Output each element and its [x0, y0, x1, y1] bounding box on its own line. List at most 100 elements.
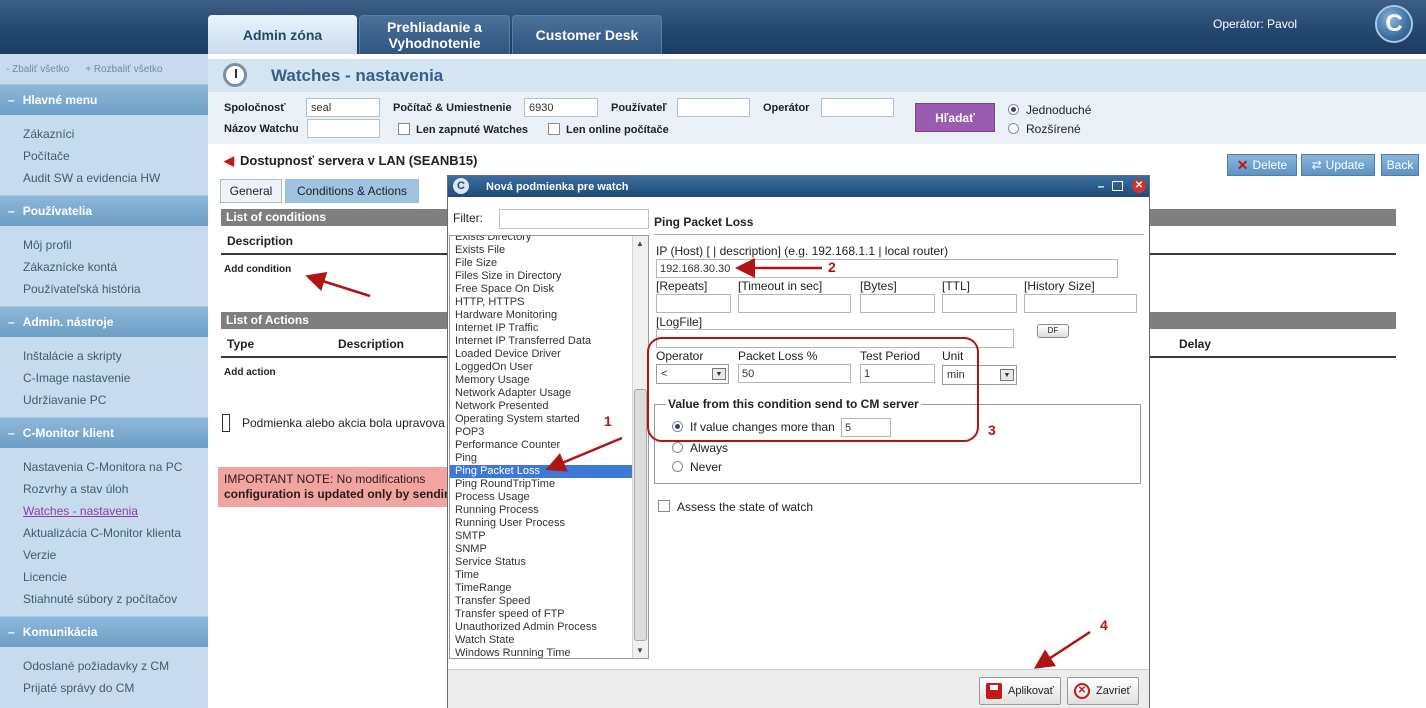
company-input[interactable]	[306, 98, 380, 117]
sidebar-item[interactable]: Verzie	[23, 544, 208, 566]
maximize-icon[interactable]	[1112, 181, 1123, 191]
condition-type-item[interactable]: Unauthorized Admin Process	[450, 621, 648, 634]
tab-general[interactable]: General	[220, 179, 282, 203]
apply-button[interactable]: Aplikovať	[979, 677, 1061, 705]
minimize-icon[interactable]: –	[1094, 179, 1108, 193]
assess-state-checkbox[interactable]	[658, 500, 670, 512]
history-size-input[interactable]	[1024, 294, 1137, 313]
tab-conditions-actions[interactable]: Conditions & Actions	[285, 179, 419, 203]
sidebar-item[interactable]: Udržiavanie PC	[23, 389, 208, 411]
sidebar-item[interactable]: Zákazníci	[23, 123, 208, 145]
condition-type-item[interactable]: Time	[450, 569, 648, 582]
condition-type-item[interactable]: Ping RoundTripTime	[450, 478, 648, 491]
scroll-up-icon[interactable]: ▲	[636, 239, 644, 248]
condition-type-item[interactable]: Performance Counter	[450, 439, 648, 452]
condition-type-item[interactable]: Free Space On Disk	[450, 283, 648, 296]
condition-type-item[interactable]: Process Usage	[450, 491, 648, 504]
condition-type-item[interactable]: SNMP	[450, 543, 648, 556]
sidebar-item[interactable]: Používateľská história	[23, 278, 208, 300]
condition-type-item[interactable]: Network Adapter Usage	[450, 387, 648, 400]
sidebar-item[interactable]: C-Image nastavenie	[23, 367, 208, 389]
tab-customer-desk[interactable]: Customer Desk	[512, 15, 662, 54]
sidebar-item[interactable]: Inštalácie a skripty	[23, 345, 208, 367]
condition-type-item[interactable]: Transfer Speed	[450, 595, 648, 608]
sidebar-item[interactable]: Licencie	[23, 566, 208, 588]
send-always-radio[interactable]	[672, 442, 683, 453]
sidebar-item[interactable]: Môj profil	[23, 234, 208, 256]
condition-type-item[interactable]: Service Status	[450, 556, 648, 569]
sidebar-item[interactable]: Odoslané požiadavky z CM	[23, 655, 208, 677]
test-period-input[interactable]	[860, 364, 935, 383]
back-arrow-icon[interactable]: ◀	[224, 153, 234, 168]
scroll-down-icon[interactable]: ▼	[636, 646, 644, 655]
sidebar-section-header[interactable]: – Hlavné menu	[0, 85, 208, 115]
bytes-input[interactable]	[860, 294, 935, 313]
sidebar-item[interactable]: Nastavenia C-Monitora na PC	[23, 456, 208, 478]
condition-type-list[interactable]: Exists Directory Exists File File Size File…	[449, 235, 649, 659]
sidebar-item[interactable]: Prijaté správy do CM	[23, 677, 208, 699]
sidebar-section-header[interactable]: – Admin. nástroje	[0, 307, 208, 337]
condition-type-item[interactable]: File Size	[450, 257, 648, 270]
list-scrollbar[interactable]: ▲ ▼	[632, 236, 648, 658]
condition-type-item[interactable]: Loaded Device Driver	[450, 348, 648, 361]
condition-type-item[interactable]: Hardware Monitoring	[450, 309, 648, 322]
scroll-thumb[interactable]	[634, 389, 647, 641]
tab-admin-zona[interactable]: Admin zóna	[208, 15, 357, 54]
condition-type-item[interactable]: Ping Packet Loss	[450, 465, 648, 478]
condition-type-item[interactable]: Watch State	[450, 634, 648, 647]
unit-select[interactable]: min ▼	[942, 365, 1017, 385]
add-condition-link[interactable]: Add condition	[224, 264, 291, 275]
sidebar-item[interactable]: Aktualizácia C-Monitor klienta	[23, 522, 208, 544]
condition-type-item[interactable]: Transfer speed of FTP	[450, 608, 648, 621]
condition-type-item[interactable]: Ping	[450, 452, 648, 465]
only-online-checkbox[interactable]	[548, 123, 560, 135]
only-enabled-checkbox[interactable]	[398, 123, 410, 135]
sidebar-item[interactable]: Počítače	[23, 145, 208, 167]
sidebar-section-header[interactable]: – Komunikácia	[0, 617, 208, 647]
condition-type-item[interactable]: LoggedOn User	[450, 361, 648, 374]
collapse-all-link[interactable]: - Zbaliť všetko	[6, 64, 69, 75]
sidebar-section-header[interactable]: – Používatelia	[0, 196, 208, 226]
condition-type-item[interactable]: Running User Process	[450, 517, 648, 530]
computer-input[interactable]	[524, 98, 598, 117]
update-button[interactable]: ⇄ Update	[1301, 154, 1375, 176]
close-button[interactable]: ✕ Zavrieť	[1067, 677, 1139, 705]
close-icon[interactable]: ✕	[1132, 179, 1146, 193]
ttl-input[interactable]	[942, 294, 1017, 313]
condition-type-item[interactable]: Network Presented	[450, 400, 648, 413]
operator-input[interactable]	[821, 98, 894, 117]
send-if-changes-input[interactable]	[841, 418, 891, 437]
condition-type-item[interactable]: Files Size in Directory	[450, 270, 648, 283]
condition-type-item[interactable]: Memory Usage	[450, 374, 648, 387]
sidebar-item[interactable]: Zákaznícke kontá	[23, 256, 208, 278]
mode-extended-radio[interactable]	[1008, 123, 1019, 134]
back-button[interactable]: Back	[1381, 154, 1419, 176]
sidebar-item[interactable]: Audit SW a evidencia HW	[23, 167, 208, 189]
send-if-changes-radio[interactable]	[672, 421, 683, 432]
operator-select[interactable]: < ▼	[656, 364, 729, 384]
user-input[interactable]	[677, 98, 750, 117]
ip-input[interactable]	[656, 259, 1118, 278]
search-button[interactable]: Hľadať	[915, 103, 995, 132]
condition-type-item[interactable]: Exists File	[450, 244, 648, 257]
condition-type-item[interactable]: SMTP	[450, 530, 648, 543]
condition-type-item[interactable]: HTTP, HTTPS	[450, 296, 648, 309]
tab-prehliadanie[interactable]: Prehliadanie a Vyhodnotenie	[359, 15, 510, 54]
timeout-input[interactable]	[738, 294, 851, 313]
packet-loss-input[interactable]	[738, 364, 851, 383]
condition-type-item[interactable]: Internet IP Transferred Data	[450, 335, 648, 348]
condition-type-item[interactable]: Running Process	[450, 504, 648, 517]
condition-type-item[interactable]: POP3	[450, 426, 648, 439]
logfile-input[interactable]	[656, 329, 1014, 348]
sidebar-item[interactable]: Rozvrhy a stav úloh	[23, 478, 208, 500]
filter-input[interactable]	[499, 209, 649, 229]
add-action-link[interactable]: Add action	[224, 367, 276, 378]
condition-type-item[interactable]: Exists Directory	[450, 236, 648, 244]
sidebar-item[interactable]: Watches - nastavenia	[23, 500, 208, 522]
watch-name-input[interactable]	[307, 119, 380, 138]
condition-type-item[interactable]: TimeRange	[450, 582, 648, 595]
condition-type-item[interactable]: Windows Running Time	[450, 647, 648, 658]
condition-type-item[interactable]: Operating System started	[450, 413, 648, 426]
repeats-input[interactable]	[656, 294, 731, 313]
delete-button[interactable]: ✕ Delete	[1227, 154, 1297, 176]
